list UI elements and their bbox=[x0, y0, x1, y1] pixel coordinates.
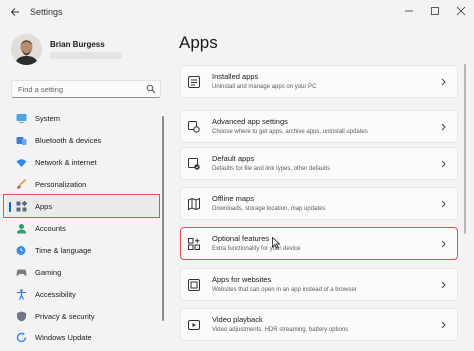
card-optional-features[interactable]: Optional features Extra functionality fo… bbox=[180, 227, 458, 260]
sidebar-item-label: Accessibility bbox=[35, 290, 76, 299]
sidebar-item-label: Network & internet bbox=[35, 158, 97, 167]
main-scrollbar[interactable] bbox=[464, 64, 466, 234]
card-title: Optional features bbox=[212, 234, 270, 243]
shield-icon bbox=[17, 311, 26, 322]
sidebar-item-label: Windows Update bbox=[35, 333, 92, 342]
sidebar-item-accessibility[interactable]: Accessibility bbox=[6, 284, 160, 305]
search-input[interactable] bbox=[18, 83, 142, 95]
back-arrow-icon[interactable] bbox=[10, 7, 20, 17]
window-title: Settings bbox=[30, 7, 63, 17]
sidebar-item-personalization[interactable]: Personalization bbox=[6, 174, 160, 195]
card-title: Offline maps bbox=[212, 194, 254, 203]
chevron-right-icon bbox=[441, 123, 446, 131]
maximize-icon[interactable] bbox=[426, 4, 444, 18]
card-installed-apps[interactable]: Installed apps Uninstall and manage apps… bbox=[180, 65, 458, 98]
card-subtitle: Downloads, storage location, map updates bbox=[212, 206, 326, 212]
sidebar-item-label: Personalization bbox=[35, 180, 87, 189]
installed-apps-icon bbox=[188, 76, 200, 88]
minimize-icon[interactable] bbox=[400, 4, 418, 18]
avatar[interactable] bbox=[11, 34, 42, 65]
sidebar-item-label: Privacy & security bbox=[35, 312, 95, 321]
card-title: Installed apps bbox=[212, 72, 259, 81]
sidebar-item-gaming[interactable]: Gaming bbox=[6, 262, 160, 283]
sidebar-item-network[interactable]: Network & internet bbox=[6, 152, 160, 173]
close-icon[interactable] bbox=[452, 4, 470, 18]
user-photo bbox=[11, 34, 42, 65]
monitor-icon bbox=[16, 114, 27, 123]
card-default-apps[interactable]: Default apps Defaults for file and link … bbox=[180, 147, 458, 180]
card-subtitle: Uninstall and manage apps on your PC bbox=[212, 84, 317, 90]
search-field[interactable] bbox=[11, 80, 161, 98]
sidebar-item-label: Apps bbox=[35, 202, 53, 211]
user-email-redacted bbox=[50, 52, 122, 59]
card-apps-for-websites[interactable]: Apps for websites Websites that can open… bbox=[180, 268, 458, 301]
card-offline-maps[interactable]: Offline maps Downloads, storage location… bbox=[180, 187, 458, 220]
chevron-right-icon bbox=[441, 281, 446, 289]
card-title: Advanced app settings bbox=[212, 117, 288, 126]
sidebar-item-time-language[interactable]: Time & language bbox=[6, 240, 160, 261]
card-title: Video playback bbox=[212, 315, 263, 324]
apps-for-websites-icon bbox=[188, 279, 200, 291]
sidebar-item-label: Gaming bbox=[35, 268, 62, 277]
wifi-icon bbox=[16, 159, 27, 167]
chevron-right-icon bbox=[441, 200, 446, 208]
card-title: Default apps bbox=[212, 154, 255, 163]
card-subtitle: Websites that can open in an app instead… bbox=[212, 287, 357, 293]
title-bar: Settings bbox=[0, 0, 474, 26]
person-icon bbox=[17, 224, 26, 234]
chevron-right-icon bbox=[441, 240, 446, 248]
sidebar-item-label: Accounts bbox=[35, 224, 66, 233]
card-subtitle: Extra functionality for your device bbox=[212, 246, 301, 252]
search-icon[interactable] bbox=[146, 84, 156, 94]
chevron-right-icon bbox=[441, 78, 446, 86]
card-subtitle: Video adjustments, HDR streaming, batter… bbox=[212, 327, 349, 333]
sidebar-item-accounts[interactable]: Accounts bbox=[6, 218, 160, 239]
bluetooth-icon bbox=[16, 137, 27, 145]
optional-features-icon bbox=[188, 238, 200, 250]
sidebar-item-label: Time & language bbox=[35, 246, 92, 255]
sidebar-item-label: Bluetooth & devices bbox=[35, 136, 102, 145]
chevron-right-icon bbox=[441, 160, 446, 168]
sidebar-item-label: System bbox=[35, 114, 61, 123]
sidebar-scrollbar[interactable] bbox=[162, 116, 164, 321]
gamepad-icon bbox=[16, 269, 27, 276]
brush-icon bbox=[17, 179, 27, 189]
mouse-cursor-icon bbox=[272, 237, 280, 249]
globe-clock-icon bbox=[16, 246, 26, 255]
chevron-right-icon bbox=[441, 321, 446, 329]
update-icon bbox=[16, 332, 27, 343]
sidebar-item-system[interactable]: System bbox=[6, 108, 160, 129]
apps-icon bbox=[16, 201, 27, 212]
card-subtitle: Choose where to get apps, archive apps, … bbox=[212, 129, 368, 135]
sidebar-item-windows-update[interactable]: Windows Update bbox=[6, 327, 160, 348]
map-icon bbox=[188, 198, 200, 210]
card-video-playback[interactable]: Video playback Video adjustments, HDR st… bbox=[180, 308, 458, 341]
card-title: Apps for websites bbox=[212, 275, 272, 284]
page-title: Apps bbox=[179, 33, 218, 52]
card-subtitle: Defaults for file and link types, other … bbox=[212, 166, 331, 172]
default-apps-icon bbox=[188, 158, 200, 170]
card-advanced-app-settings[interactable]: Advanced app settings Choose where to ge… bbox=[180, 110, 458, 143]
advanced-apps-icon bbox=[188, 121, 200, 133]
accessibility-icon bbox=[17, 289, 26, 300]
sidebar-item-apps[interactable]: Apps bbox=[6, 196, 160, 217]
video-icon bbox=[188, 320, 200, 330]
sidebar-item-privacy-security[interactable]: Privacy & security bbox=[6, 306, 160, 327]
sidebar-item-bluetooth[interactable]: Bluetooth & devices bbox=[6, 130, 160, 151]
user-name: Brian Burgess bbox=[50, 40, 105, 49]
